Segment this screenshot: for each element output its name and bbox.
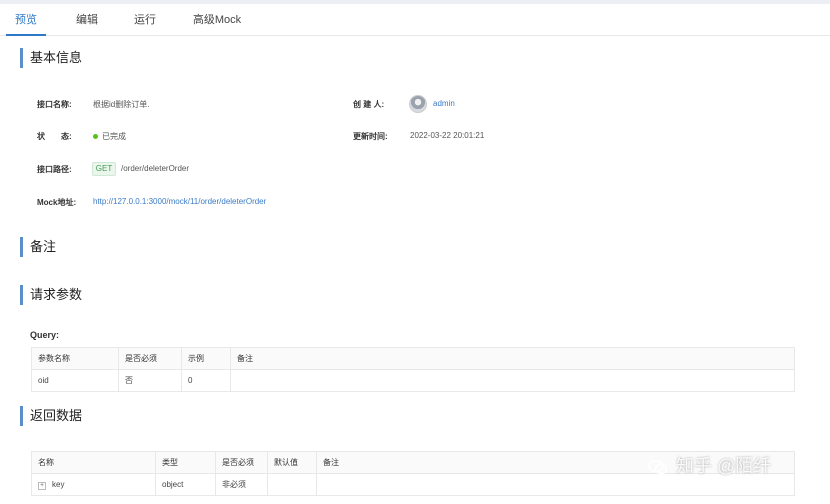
tab-run[interactable]: 运行 [130,4,160,36]
table-header-row: 参数名称 是否必须 示例 备注 [31,347,795,370]
table-cell: + key [31,473,156,496]
api-name-value: 根据id删除订单. [93,100,150,109]
update-time-value: 2022-03-22 20:01:21 [410,131,485,140]
tab-advanced-mock[interactable]: 高级Mock [188,4,246,36]
expand-icon[interactable]: + [38,481,46,490]
table-header: 参数名称 [31,347,119,370]
path-value: /order/deleterOrder [121,164,190,173]
request-params-title: 请求参数 [20,285,82,305]
table-header: 名称 [31,451,156,474]
table-cell: 0 [181,369,231,392]
watermark-text: 知乎 @陌纤 [676,456,772,476]
method-tag: GET [92,162,116,176]
status-dot-icon [93,134,98,140]
watermark: 知乎 @陌纤 [648,452,771,478]
tab-edit[interactable]: 编辑 [70,4,104,36]
wechat-logo-icon [648,460,668,475]
path-label: 接口路径: [37,165,72,174]
table-header: 是否必须 [215,451,268,474]
avatar [409,95,427,113]
creator-link[interactable]: admin [433,99,455,108]
table-row: oid 否 0 [31,369,795,392]
table-cell: oid [31,369,119,392]
table-cell [267,473,317,496]
table-header: 是否必须 [118,347,182,370]
update-time-label: 更新时间: [353,132,388,141]
mock-label: Mock地址: [37,198,77,207]
query-table: 参数名称 是否必须 示例 备注 oid 否 0 [31,347,795,392]
response-data-title: 返回数据 [20,406,82,426]
table-header: 类型 [155,451,216,474]
tab-bar: 预览 编辑 运行 高级Mock [0,4,830,36]
remarks-title: 备注 [20,237,56,257]
query-label: Query: [30,330,60,340]
table-header: 备注 [230,347,795,370]
table-header: 示例 [181,347,231,370]
table-cell [230,369,795,392]
table-header: 默认值 [267,451,317,474]
tab-preview[interactable]: 预览 [6,4,46,36]
mock-url-link[interactable]: http://127.0.0.1:3000/mock/11/order/dele… [93,197,266,206]
status-label: 状 态: [37,132,72,141]
status-badge: 已完成 [93,131,126,142]
status-text: 已完成 [102,132,126,141]
basic-info-title: 基本信息 [20,48,82,68]
api-name-label: 接口名称: [37,100,72,109]
table-cell: object [155,473,216,496]
table-cell: 非必须 [215,473,268,496]
creator-label: 创 建 人: [353,100,385,109]
table-cell: 否 [118,369,182,392]
field-name: key [52,479,65,489]
